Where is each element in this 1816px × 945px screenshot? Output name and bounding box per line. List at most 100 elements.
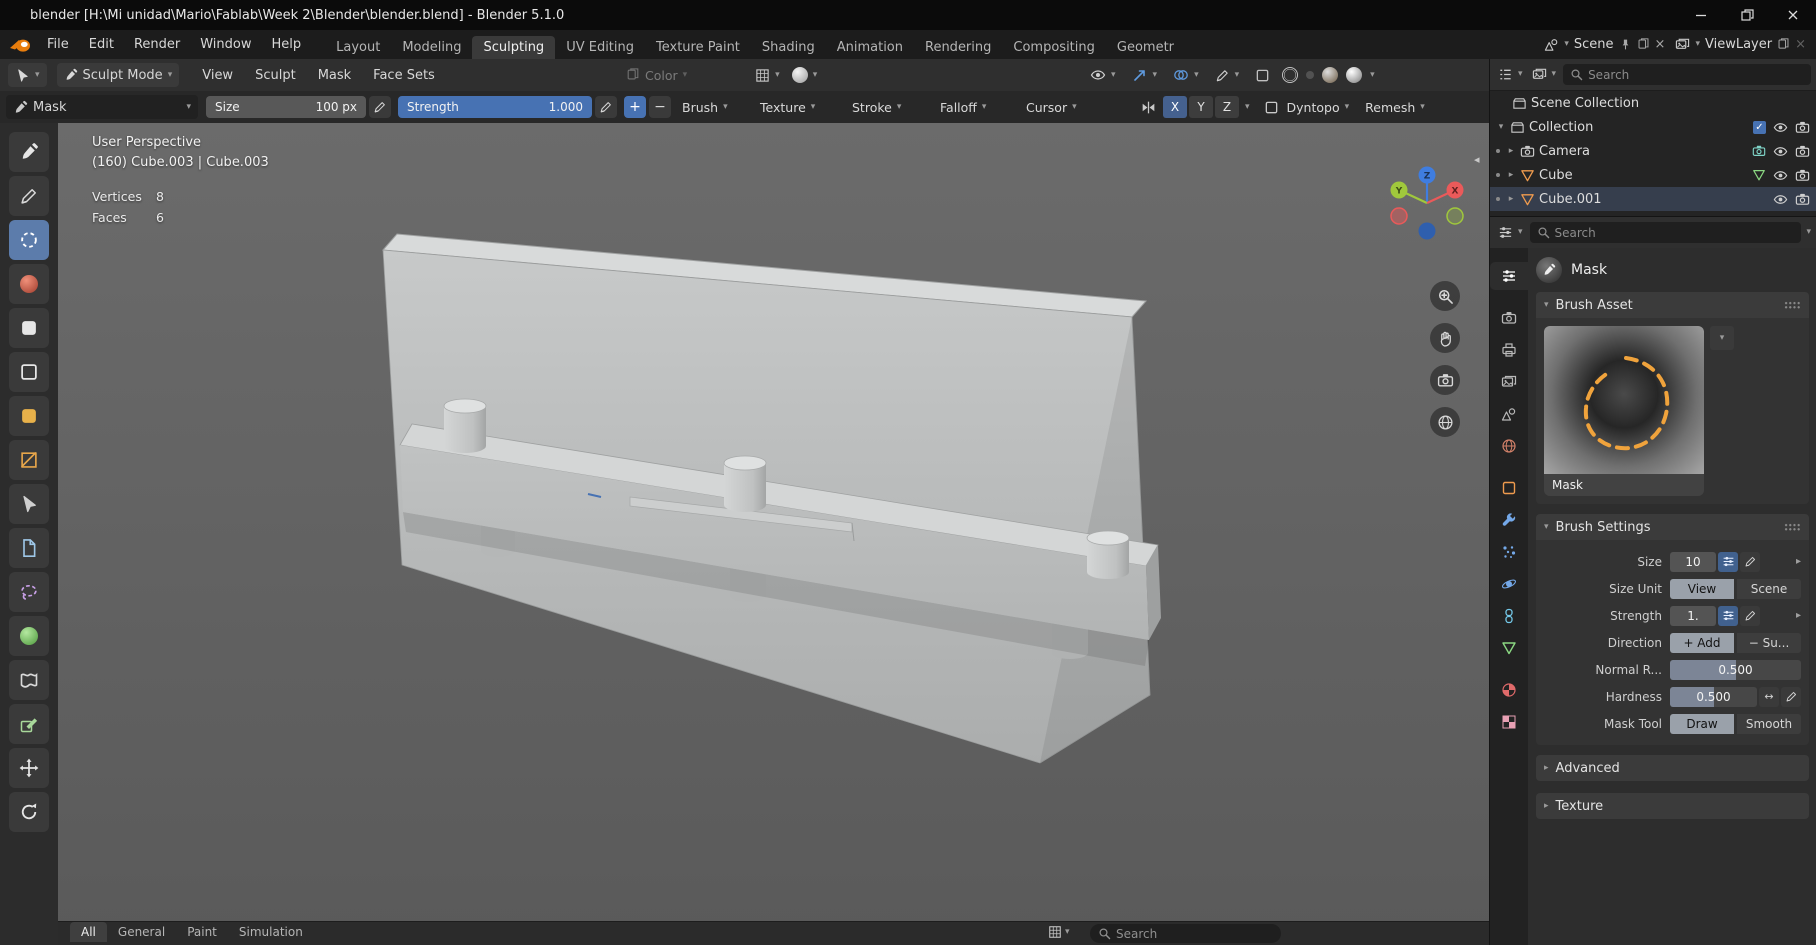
- shelf-tab-all[interactable]: All: [70, 922, 107, 942]
- tab-render[interactable]: [1490, 304, 1528, 332]
- tool-brush-button[interactable]: [9, 132, 49, 172]
- pan-button[interactable]: [1430, 323, 1460, 353]
- remesh-popover[interactable]: Remesh ▾: [1365, 91, 1425, 123]
- unlink-scene-icon[interactable]: ×: [1655, 37, 1666, 52]
- menu-sculpt[interactable]: Sculpt: [246, 59, 305, 91]
- shelf-tab-paint[interactable]: Paint: [176, 922, 228, 942]
- direction-subtract-toggle[interactable]: − Su...: [1737, 632, 1801, 653]
- stroke-popover[interactable]: Stroke ▾: [852, 91, 901, 123]
- tab-texture[interactable]: [1490, 708, 1528, 736]
- object-visibility-popover[interactable]: ▾: [1086, 63, 1120, 87]
- symmetry-x-toggle[interactable]: X: [1163, 96, 1187, 118]
- tool-lasso-mask-button[interactable]: [9, 396, 49, 436]
- remove-viewlayer-icon[interactable]: ×: [1795, 37, 1806, 52]
- normal-radius-slider[interactable]: 0.500: [1670, 659, 1801, 680]
- disclosure-closed-icon[interactable]: ▸: [1506, 146, 1516, 156]
- shading-solid-button[interactable]: [1306, 71, 1315, 79]
- outliner-row-collection[interactable]: ▾ Collection ✓: [1490, 115, 1816, 139]
- close-button[interactable]: [1770, 0, 1816, 30]
- fade-inactive-icon[interactable]: [1264, 100, 1279, 115]
- size-pen-button[interactable]: [1740, 551, 1760, 572]
- menu-file[interactable]: File: [37, 30, 79, 59]
- tab-material[interactable]: [1490, 676, 1528, 704]
- tab-view-layer[interactable]: [1490, 368, 1528, 396]
- annotation-popover[interactable]: ▾: [1211, 63, 1244, 87]
- panel-grip-icon[interactable]: [1784, 522, 1801, 532]
- strength-pen-button[interactable]: [1740, 605, 1760, 626]
- mask-tool-draw-toggle[interactable]: Draw: [1670, 713, 1734, 734]
- sphere-popover[interactable]: ▾: [788, 63, 822, 87]
- shading-popover-chevron-icon[interactable]: ▾: [1370, 70, 1375, 80]
- collection-checkbox[interactable]: ✓: [1753, 120, 1766, 134]
- shading-wireframe-button[interactable]: [1282, 67, 1299, 83]
- falloff-shape-popover[interactable]: ▾: [751, 63, 784, 87]
- symmetry-z-toggle[interactable]: Z: [1215, 96, 1239, 118]
- brush-asset-preview[interactable]: Mask: [1544, 326, 1704, 496]
- tab-object[interactable]: [1490, 474, 1528, 502]
- eye-icon[interactable]: [1773, 120, 1788, 135]
- sidebar-collapse-arrow-icon[interactable]: ◂: [1474, 153, 1480, 166]
- outliner-display-mode-selector[interactable]: ▾: [1530, 63, 1559, 87]
- outliner-row-cube-001[interactable]: ▸ Cube.001: [1490, 187, 1816, 211]
- hardness-invert-button[interactable]: ↔: [1759, 686, 1779, 707]
- shelf-tab-general[interactable]: General: [107, 922, 176, 942]
- orthographic-toggle-button[interactable]: [1430, 407, 1460, 437]
- gizmos-popover[interactable]: ▾: [1128, 63, 1162, 87]
- strength-pressure-toggle[interactable]: [595, 96, 617, 118]
- eye-icon[interactable]: [1773, 144, 1788, 159]
- tool-move-button[interactable]: [9, 748, 49, 788]
- workspace-tab-sculpting[interactable]: Sculpting: [472, 36, 556, 59]
- workspace-tab-rendering[interactable]: Rendering: [914, 36, 1002, 59]
- eye-icon[interactable]: [1773, 168, 1788, 183]
- menu-edit[interactable]: Edit: [79, 30, 124, 59]
- workspace-tab-texture-paint[interactable]: Texture Paint: [645, 36, 751, 59]
- tool-box-hide-button[interactable]: [9, 308, 49, 348]
- tool-rotate-button[interactable]: [9, 792, 49, 832]
- symmetry-y-toggle[interactable]: Y: [1189, 96, 1213, 118]
- workspace-tab-modeling[interactable]: Modeling: [391, 36, 472, 59]
- workspace-tab-geometry-nodes[interactable]: Geometr: [1106, 36, 1185, 59]
- workspace-tab-animation[interactable]: Animation: [826, 36, 914, 59]
- tab-tool[interactable]: [1490, 262, 1528, 290]
- brush-settings-panel-header[interactable]: ▾ Brush Settings: [1536, 514, 1809, 540]
- viewlayer-selector[interactable]: ▾ ViewLayer ×: [1675, 37, 1806, 52]
- mask-subtract-button[interactable]: −: [649, 96, 671, 118]
- tool-box-mask-button[interactable]: [9, 352, 49, 392]
- strength-pressure-toggle[interactable]: [1718, 605, 1738, 626]
- tool-line-mask-button[interactable]: [9, 440, 49, 480]
- texture-panel-header[interactable]: ▸ Texture: [1536, 793, 1809, 819]
- outliner-row-scene-collection[interactable]: Scene Collection: [1490, 91, 1816, 115]
- menu-mask[interactable]: Mask: [309, 59, 360, 91]
- tab-constraints[interactable]: [1490, 602, 1528, 630]
- tab-object-data[interactable]: [1490, 634, 1528, 662]
- size-field[interactable]: 10: [1670, 551, 1716, 572]
- expand-chevron-icon[interactable]: ▸: [1796, 556, 1801, 567]
- direction-add-toggle[interactable]: + Add: [1670, 632, 1734, 653]
- tool-cloth-filter-button[interactable]: [9, 660, 49, 700]
- hardness-slider[interactable]: 0.500: [1670, 686, 1757, 707]
- blender-logo-icon[interactable]: [0, 37, 37, 53]
- size-pressure-toggle[interactable]: [369, 96, 391, 118]
- brush-strength-slider[interactable]: Strength 1.000: [398, 96, 592, 118]
- new-scene-icon[interactable]: [1637, 38, 1650, 51]
- xray-toggle[interactable]: [1251, 63, 1274, 87]
- size-pressure-toggle[interactable]: [1718, 551, 1738, 572]
- active-tool-selector[interactable]: ▾: [8, 63, 47, 87]
- shading-rendered-button[interactable]: [1346, 67, 1363, 83]
- texture-popover[interactable]: Texture ▾: [760, 91, 815, 123]
- mask-tool-smooth-toggle[interactable]: Smooth: [1737, 713, 1801, 734]
- advanced-panel-header[interactable]: ▸ Advanced: [1536, 755, 1809, 781]
- tab-scene[interactable]: [1490, 400, 1528, 428]
- tab-modifiers[interactable]: [1490, 506, 1528, 534]
- falloff-popover[interactable]: Falloff ▾: [940, 91, 986, 123]
- tool-color-filter-button[interactable]: [9, 704, 49, 744]
- disclosure-closed-icon[interactable]: ▸: [1506, 194, 1516, 204]
- brush-size-slider[interactable]: Size 100 px: [206, 96, 366, 118]
- menu-help[interactable]: Help: [262, 30, 312, 59]
- dyntopo-popover[interactable]: Dyntopo ▾: [1287, 91, 1350, 123]
- new-viewlayer-icon[interactable]: [1777, 38, 1790, 51]
- panel-grip-icon[interactable]: [1784, 300, 1801, 310]
- workspace-tab-layout[interactable]: Layout: [325, 36, 391, 59]
- tool-box-trim-button[interactable]: [9, 484, 49, 524]
- render-camera-icon[interactable]: [1795, 120, 1810, 135]
